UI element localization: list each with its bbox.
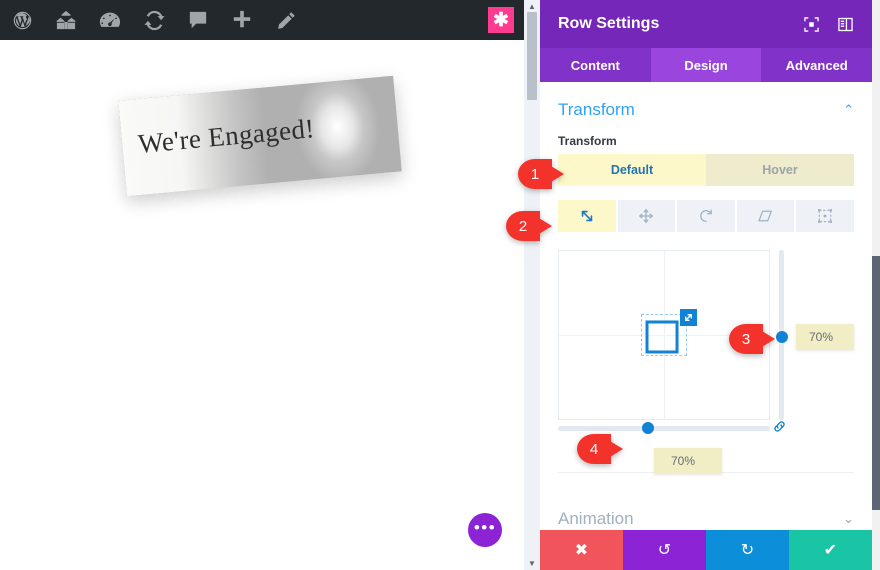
transform-origin-icon[interactable] [796,200,854,232]
editor-canvas: ✱ We're Engaged! ••• [0,0,530,570]
scroll-down-arrow-icon[interactable]: ▼ [528,559,536,568]
link-chain-icon[interactable] [772,420,787,438]
scale-handle-box[interactable] [645,320,679,354]
panel-scroll-thumb[interactable] [527,12,537,100]
scale-y-value[interactable]: 70% [796,324,854,350]
page-scrollbar[interactable] [872,0,880,570]
page-settings-fab[interactable]: ••• [468,513,502,547]
transform-section-title: Transform [558,100,635,119]
scroll-up-arrow-icon[interactable]: ▲ [528,2,536,11]
scale-resize-grip-icon[interactable] [680,309,697,326]
row-settings-panel: Row Settings Content Design Advanced Tra… [540,0,872,570]
panel-footer: ✖ ↺ ↻ ✔ [540,530,872,570]
chevron-up-icon[interactable]: ⌃ [843,102,854,118]
transform-section-header[interactable]: Transform ⌃ [540,82,872,126]
transform-state-toggle: Default Hover [558,154,854,186]
skew-transform-icon[interactable] [736,200,795,232]
tab-design[interactable]: Design [650,48,762,82]
scale-transform-icon[interactable] [558,200,616,232]
scale-x-value[interactable]: 70% [654,448,722,474]
rotate-transform-icon[interactable] [677,200,735,232]
translate-move-icon[interactable] [617,200,676,232]
cancel-button[interactable]: ✖ [540,530,623,570]
panel-tabs: Content Design Advanced [540,48,872,82]
tab-content[interactable]: Content [540,48,651,82]
animation-section-header[interactable]: Animation ⌄ [540,491,872,530]
marker-3: 3 [729,324,775,354]
save-button[interactable]: ✔ [789,530,872,570]
marker-1: 1 [518,159,564,189]
scale-y-slider-knob[interactable] [776,331,788,343]
animation-section-title: Animation [558,509,634,528]
engagement-photo-card[interactable]: We're Engaged! [118,75,402,197]
edit-pencil-icon[interactable] [264,0,308,40]
scale-x-slider-track[interactable] [558,426,770,431]
panel-layout-icon[interactable] [832,11,858,37]
transform-mode-row [558,200,854,232]
comments-bubble-icon[interactable] [176,0,220,40]
wordpress-logo-icon[interactable] [0,0,44,40]
marker-3-number: 3 [729,324,763,354]
marker-2: 2 [506,211,552,241]
updates-refresh-icon[interactable] [132,0,176,40]
state-hover-button[interactable]: Hover [706,154,854,186]
divi-asterisk-icon[interactable]: ✱ [488,7,514,33]
wp-admin-bar: ✱ [0,0,530,40]
screenshot-root: ✱ We're Engaged! ••• ▲ ▼ Row Settings Co… [0,0,880,570]
page-scrollbar-thumb[interactable] [872,256,880,510]
transform-scale-widget: 70% 70% [558,250,854,474]
panel-left-scrollbar[interactable]: ▲ ▼ [524,0,540,570]
scale-x-slider-knob[interactable] [642,422,654,434]
site-home-icon[interactable] [44,0,88,40]
transform-field-label: Transform [558,134,617,148]
undo-button[interactable]: ↺ [623,530,706,570]
state-default-button[interactable]: Default [558,154,706,186]
marker-4-number: 4 [577,434,611,464]
chevron-down-icon[interactable]: ⌄ [843,511,854,527]
marker-2-number: 2 [506,211,540,241]
marker-1-number: 1 [518,159,552,189]
panel-title: Row Settings [558,15,660,32]
fullscreen-target-icon[interactable] [798,11,824,37]
new-plus-icon[interactable] [220,0,264,40]
redo-button[interactable]: ↻ [706,530,789,570]
tab-advanced[interactable]: Advanced [761,48,872,82]
marker-4: 4 [577,434,623,464]
panel-header: Row Settings [540,0,872,48]
dashboard-gauge-icon[interactable] [88,0,132,40]
